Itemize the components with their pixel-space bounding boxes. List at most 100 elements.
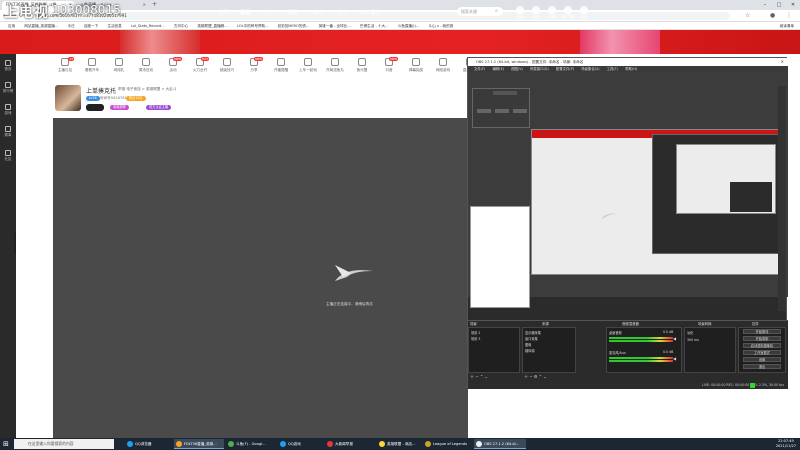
dialog-button[interactable]: [477, 109, 491, 113]
system-clock[interactable]: 22:07:49 2021/11/27: [776, 439, 796, 449]
toolbar-item[interactable]: 抖音 NEW: [378, 57, 400, 73]
obs-menu-help[interactable]: 帮助(H): [625, 67, 637, 71]
obs-menu-profile[interactable]: 配置文件(P): [556, 67, 574, 71]
bookmark-item[interactable]: Lol_Stats_Record...: [131, 22, 165, 30]
toolbar-item[interactable]: 弹幕抽奖: [405, 58, 427, 73]
bookmark-item[interactable]: 阅读清单: [780, 22, 794, 30]
taskbar-app[interactable]: QQ游戏: [278, 439, 328, 449]
toolbar-item[interactable]: 上车一起玩: [297, 58, 319, 73]
bookmark-item[interactable]: 英雄联盟_直播精...: [197, 22, 227, 30]
toolbar-item[interactable]: 分享 NEW: [243, 57, 265, 73]
profile-icon[interactable]: ●: [770, 12, 775, 19]
speaker-icon[interactable]: ◀: [673, 336, 676, 341]
dialog-button[interactable]: [495, 109, 509, 113]
obs-menu-tools[interactable]: 工具(T): [607, 67, 619, 71]
nav-fishbar[interactable]: 鱼吧: [338, 9, 348, 16]
close-window-icon[interactable]: ✕: [786, 0, 800, 10]
taskbar-app[interactable]: League of Legends: [423, 439, 473, 449]
windows-start-icon[interactable]: ⊞: [3, 440, 9, 448]
scene-item[interactable]: 场景 2: [471, 330, 480, 335]
toolbar-item[interactable]: 活动 NEW: [162, 57, 184, 73]
follow-button[interactable]: [86, 104, 104, 111]
maximize-icon[interactable]: □: [772, 0, 786, 10]
nav-welfare[interactable]: 有证福利: [360, 9, 380, 16]
add-scene-icon[interactable]: ＋ − ⌃ ⌄: [470, 374, 488, 380]
taskbar-app[interactable]: OBS 27.1.2 (64-bi...: [474, 439, 526, 449]
toolbar-item[interactable]: 周末狂欢: [135, 58, 157, 73]
sidebar-item-home[interactable]: 首页: [0, 60, 16, 72]
search-icon[interactable]: ⌕: [490, 7, 503, 16]
close-window-icon[interactable]: ✕: [781, 59, 784, 64]
bookmark-item[interactable]: 英雄一番 - 全球比...: [319, 22, 351, 30]
source-item[interactable]: 图像: [525, 342, 531, 347]
toolbar-item[interactable]: 开局送鱼丸: [324, 58, 346, 73]
sources-list[interactable]: 显示器采集 窗口采集 图像 媒体源: [522, 327, 576, 373]
nav-category[interactable]: 分类: [263, 9, 273, 16]
settings-button[interactable]: 设置: [743, 357, 781, 362]
toolbar-item[interactable]: 超级技巧: [216, 58, 238, 73]
nav-video[interactable]: 视频: [288, 9, 298, 16]
bookmark-item[interactable]: 斗山 x - 我的首: [428, 22, 453, 30]
nav-live[interactable]: 直播: [240, 9, 250, 16]
obs-dialog[interactable]: [472, 88, 530, 128]
message-button[interactable]: 消息: [576, 6, 592, 20]
sidebar-item-game[interactable]: 游戏: [0, 104, 16, 116]
exit-button[interactable]: 退出: [743, 364, 781, 369]
toolbar-item[interactable]: 网络游戏: [432, 58, 454, 73]
obs-preview[interactable]: [468, 72, 788, 311]
toolbar-item[interactable]: 网络礼: [108, 58, 130, 73]
scenes-list[interactable]: 场景 2 场景 3: [468, 327, 520, 373]
start-streaming-button[interactable]: 开始推流: [743, 329, 781, 334]
star-icon[interactable]: ☆: [745, 12, 750, 19]
bookmark-item[interactable]: 应用: [8, 22, 15, 30]
start-stream-button[interactable]: 开播: [544, 6, 560, 20]
nav-game[interactable]: 游戏: [313, 9, 323, 16]
source-item[interactable]: 媒体源: [525, 348, 535, 353]
studio-mode-button[interactable]: 工作室模式: [743, 350, 781, 355]
anchor-category[interactable]: 举报 电子竞技 > 英雄联盟 > 大乱斗: [118, 87, 176, 92]
bookmark-item[interactable]: LOL中的称号赞助...: [237, 22, 269, 30]
toolbar-item[interactable]: 鱼乐盟: [351, 58, 373, 73]
video-player[interactable]: [53, 118, 468, 438]
minimize-icon[interactable]: –: [758, 0, 772, 10]
bookmark-item[interactable]: 斗鱼直播(J)...: [398, 22, 420, 30]
nav-home[interactable]: 首页: [218, 9, 228, 16]
bookmark-item[interactable]: 今日: [67, 22, 74, 30]
site-logo[interactable]: 上电视: [4, 2, 49, 22]
bookmark-item[interactable]: 巴博生活 - 十大...: [360, 22, 389, 30]
new-tab-icon[interactable]: +: [152, 1, 157, 8]
obs-menu-edit[interactable]: 编辑(E): [492, 67, 504, 71]
scrollbar[interactable]: [778, 86, 786, 311]
start-recording-button[interactable]: 开始录制: [743, 336, 781, 341]
taskbar-app[interactable]: FDLT36直播_英雄...: [174, 439, 224, 449]
promo-banner[interactable]: [580, 30, 660, 54]
menu-icon[interactable]: ⋮: [786, 12, 792, 19]
transition-type[interactable]: 淡化: [687, 330, 693, 335]
taskbar-app[interactable]: 英雄联盟 - 商店...: [377, 439, 427, 449]
taskbar-search-input[interactable]: 在这里输入你要搜索的内容: [14, 439, 114, 449]
taskbar-app[interactable]: QQ浏览器: [125, 439, 173, 449]
bookmark-item[interactable]: 生活信息: [107, 22, 121, 30]
bookmark-item[interactable]: 网站直播_英超直播...: [24, 22, 58, 30]
virtual-camera-button[interactable]: 启动虚拟摄像机: [743, 343, 781, 348]
promo-banner[interactable]: [120, 30, 200, 54]
toolbar-item[interactable]: 开播提醒: [270, 58, 292, 73]
history-button[interactable]: 历史: [528, 6, 544, 20]
dialog-button[interactable]: [513, 109, 527, 113]
obs-menu-file[interactable]: 文件(F): [474, 67, 485, 71]
obs-menu-scenes[interactable]: 场景集合(S): [581, 67, 599, 71]
bookmark-item[interactable]: 百度一下: [84, 22, 98, 30]
transition-duration[interactable]: 300 ms: [687, 338, 699, 342]
taskbar-app[interactable]: 大新闻早报: [325, 439, 375, 449]
sidebar-item-community[interactable]: 社区: [0, 150, 16, 162]
bookmark-item[interactable]: 古河中心: [174, 22, 188, 30]
sidebar-item-rank[interactable]: 排行榜: [0, 82, 16, 94]
recharge-button[interactable]: 充值: [512, 6, 528, 20]
speaker-icon[interactable]: ◀: [673, 356, 676, 361]
source-item[interactable]: 显示器采集: [525, 330, 541, 335]
add-source-icon[interactable]: ＋ − ⚙ ⌃ ⌄: [524, 374, 547, 380]
client-button[interactable]: 客户端: [560, 6, 576, 20]
close-icon[interactable]: ✕: [143, 2, 146, 7]
taskbar-app[interactable]: 斗鱼(F) - Googl...: [226, 439, 276, 449]
avatar[interactable]: [55, 85, 81, 111]
